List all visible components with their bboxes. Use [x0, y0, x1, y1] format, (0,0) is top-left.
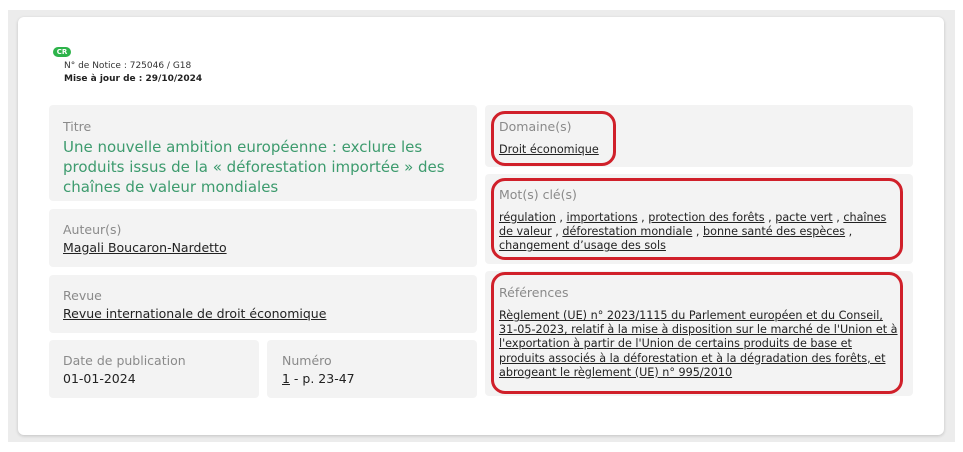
date-value: 01-01-2024: [63, 371, 136, 386]
review-section: [49, 275, 477, 333]
review-link[interactable]: Revue internationale de droit économique: [63, 306, 326, 321]
author-label: Auteur(s): [63, 222, 122, 237]
number-label: Numéro: [282, 353, 332, 368]
notice-info: N° de Notice : 725046 / G18 Mise à jour …: [64, 60, 202, 86]
review-label: Revue: [63, 288, 102, 303]
date-section: [49, 340, 259, 398]
author-section: [49, 209, 477, 267]
cr-badge-icon: CR: [53, 47, 71, 57]
number-value: 1 - p. 23-47: [282, 371, 355, 386]
author-link[interactable]: Magali Boucaron-Nardetto: [63, 240, 227, 255]
title-label: Titre: [63, 119, 92, 134]
notice-update-date: Mise à jour de : 29/10/2024: [64, 74, 203, 84]
title-value: Une nouvelle ambition européenne : exclu…: [63, 138, 445, 196]
pages-text: - p. 23-47: [289, 371, 355, 386]
issue-number-link[interactable]: 1: [282, 371, 290, 386]
number-section: [267, 340, 477, 398]
references-highlight: [491, 272, 903, 394]
date-label: Date de publication: [63, 353, 186, 368]
notice-number: N° de Notice : 725046 / G18: [64, 61, 192, 71]
domain-highlight: [491, 111, 616, 166]
keywords-highlight: [491, 178, 903, 260]
